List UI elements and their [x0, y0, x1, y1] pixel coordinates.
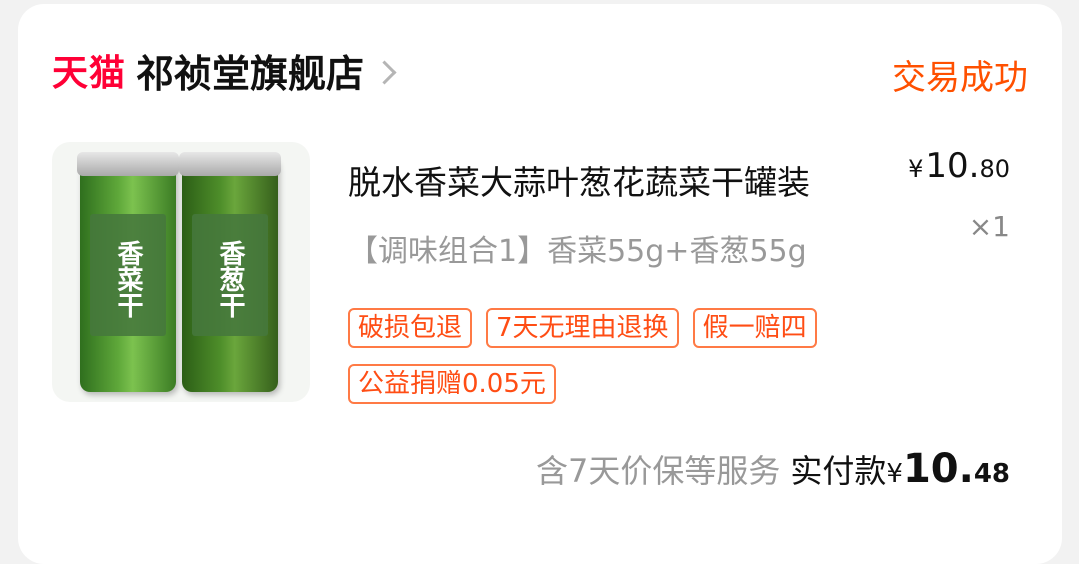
jar-scallion-image: 香葱干 [179, 152, 281, 392]
tag-charity-donation: 公益捐赠0.05元 [348, 364, 556, 404]
tag-damage-refund: 破损包退 [348, 308, 473, 348]
paid-decimal: 48 [973, 459, 1010, 489]
quantity: ×1 [968, 210, 1010, 243]
tag-fake-compensation: 假一赔四 [692, 308, 817, 348]
jar-coriander-image: 香菜干 [77, 152, 179, 392]
service-note: 含7天价保等服务 [536, 452, 781, 490]
service-tags: 破损包退 7天无理由退换 假一赔四 公益捐赠0.05元 [348, 308, 888, 420]
shop-name[interactable]: 祁祯堂旗舰店 [136, 43, 364, 98]
price-decimal: 80 [979, 155, 1010, 183]
unit-price: ¥ 10. 80 [908, 146, 1010, 186]
shop-header[interactable]: 天猫 祁祯堂旗舰店 [52, 42, 397, 98]
price-integer: 10. [925, 146, 980, 186]
order-status: 交易成功 [892, 58, 1028, 98]
paid-currency: ¥ [886, 459, 903, 489]
product-image[interactable]: 香菜干 香葱干 [52, 142, 310, 402]
jar-cap [179, 152, 281, 176]
paid-integer: 10. [902, 446, 974, 492]
paid-label: 实付款 [790, 452, 887, 490]
tag-7day-return: 7天无理由退换 [486, 308, 679, 348]
product-spec: 【调味组合1】香菜55g+香葱55g [348, 234, 807, 269]
jar-label: 香葱干 [192, 214, 268, 336]
jar-cap [77, 152, 179, 176]
order-card[interactable]: 天猫 祁祯堂旗舰店 交易成功 香菜干 香葱干 脱水香菜大蒜叶葱花蔬菜干罐装 【调… [18, 4, 1062, 564]
tmall-logo: 天猫 [52, 53, 127, 94]
total-row: 含7天价保等服务 实付款 ¥ 10. 48 [536, 446, 1010, 492]
paid-amount: ¥ 10. 48 [886, 446, 1010, 492]
price-currency: ¥ [908, 155, 924, 183]
jar-label: 香菜干 [90, 214, 166, 336]
product-title[interactable]: 脱水香菜大蒜叶葱花蔬菜干罐装 [348, 156, 908, 204]
chevron-right-icon[interactable] [372, 59, 397, 85]
